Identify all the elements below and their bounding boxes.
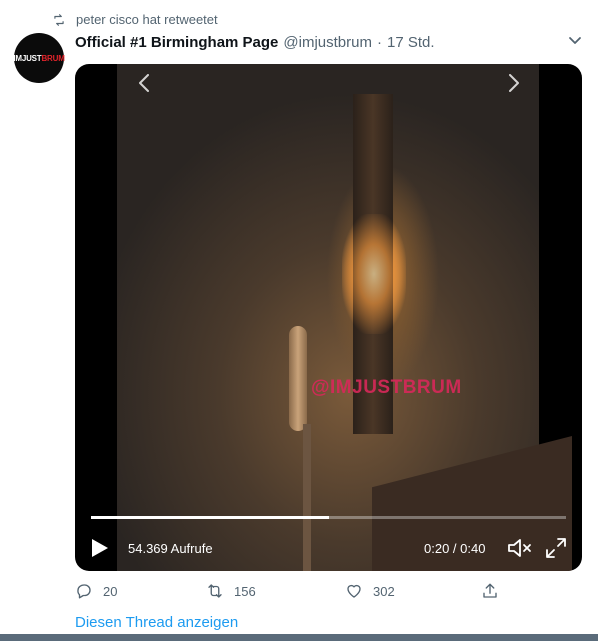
antenna [289, 326, 307, 431]
retweet-count: 156 [234, 583, 256, 599]
show-thread-link[interactable]: Diesen Thread anzeigen [75, 614, 238, 631]
retweet-icon [208, 584, 222, 598]
video-watermark: @IMJUSTBRUM [311, 377, 462, 398]
bottom-divider [0, 634, 598, 641]
view-count: 54.369 Aufrufe [128, 541, 213, 556]
tweet-actions: 20 156 302 [75, 582, 515, 604]
volume-icon[interactable] [507, 537, 533, 559]
reply-icon [77, 584, 91, 599]
header-separator: · [376, 34, 382, 51]
fullscreen-icon[interactable] [545, 537, 567, 559]
heart-icon [347, 584, 361, 598]
retweet-text[interactable]: peter cisco hat retweetet [76, 12, 218, 27]
play-icon[interactable] [91, 538, 109, 558]
chevron-right-icon[interactable] [503, 72, 525, 94]
duration: 0:40 [460, 541, 486, 556]
author-handle[interactable]: @imjustbrum [283, 34, 372, 51]
avatar[interactable]: IMJUSTBRUM [13, 33, 65, 83]
current-time: 0:20 [424, 541, 450, 556]
share-button[interactable] [481, 582, 499, 600]
avatar-logo: IMJUSTBRUM [13, 53, 65, 63]
reply-count: 20 [103, 583, 118, 599]
chevron-down-icon[interactable] [565, 33, 585, 49]
video-time: 0:20 / 0:40 [424, 541, 486, 556]
video-progress-fill [91, 516, 329, 519]
tweet-time[interactable]: 17 Std. [387, 34, 435, 51]
retweet-button[interactable]: 156 [206, 582, 256, 600]
retweet-context: peter cisco hat retweetet [52, 12, 218, 27]
like-button[interactable]: 302 [345, 582, 395, 600]
like-count: 302 [373, 583, 395, 599]
video-player[interactable]: @IMJUSTBRUM 54.369 Aufrufe 0:20 / 0:40 [75, 64, 582, 571]
retweet-icon [54, 13, 64, 26]
video-progress-bar[interactable] [91, 516, 566, 519]
fire-glow-overlay [342, 214, 406, 334]
author-name[interactable]: Official #1 Birmingham Page [75, 34, 278, 51]
video-controls: 54.369 Aufrufe 0:20 / 0:40 [75, 532, 582, 564]
video-frame[interactable]: @IMJUSTBRUM [117, 64, 572, 571]
reply-button[interactable]: 20 [75, 582, 117, 600]
share-icon [483, 583, 497, 598]
tweet-header: Official #1 Birmingham Page @imjustbrum … [75, 34, 435, 51]
chevron-left-icon[interactable] [133, 72, 155, 94]
